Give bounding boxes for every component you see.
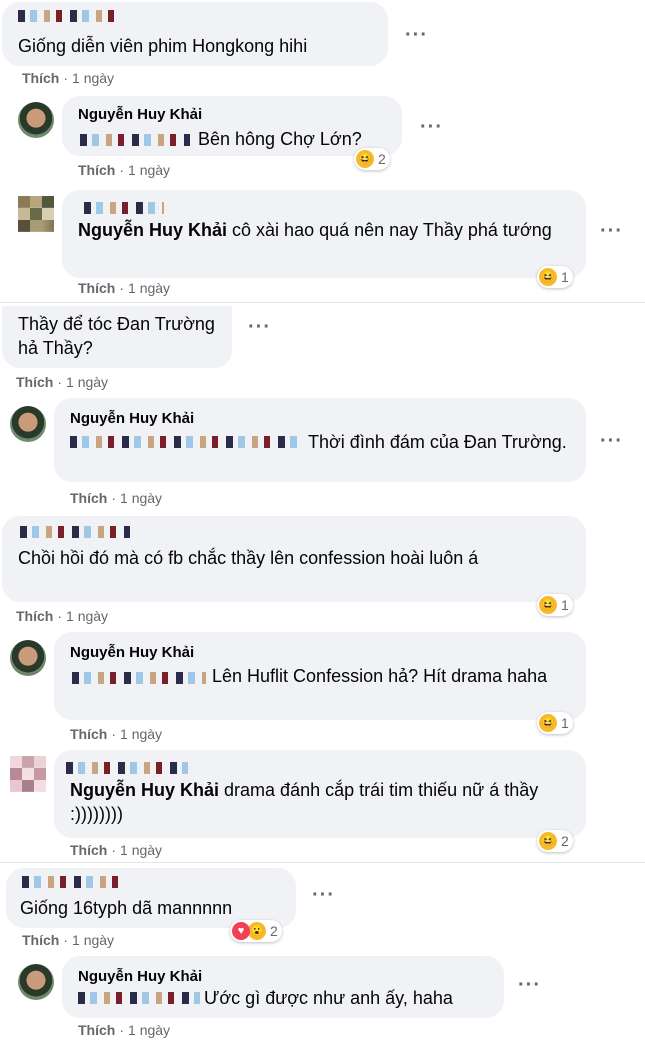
- timestamp[interactable]: 1 ngày: [128, 162, 170, 178]
- haha-reaction-icon: 😆: [539, 714, 557, 732]
- comment-text: Nguyễn Huy Khải cô xài hao quá nên nay T…: [78, 220, 552, 240]
- reaction-summary[interactable]: 😆 1: [537, 266, 573, 288]
- like-link[interactable]: Thích: [70, 842, 107, 858]
- comment-meta: Thích · 1 ngày: [70, 490, 163, 506]
- reaction-summary[interactable]: 😆 1: [537, 594, 573, 616]
- author-name[interactable]: Nguyễn Huy Khải: [70, 410, 194, 427]
- comment-meta: Thích · 1 ngày: [78, 1022, 171, 1038]
- timestamp[interactable]: 1 ngày: [128, 280, 170, 296]
- timestamp[interactable]: 1 ngày: [72, 70, 114, 86]
- avatar[interactable]: [18, 964, 54, 1000]
- comment-text: Thời đình đám của Đan Trường.: [308, 432, 567, 452]
- timestamp[interactable]: 1 ngày: [120, 726, 162, 742]
- comment-bubble-10: Nguyễn Huy Khải Ước gì được như anh ấy, …: [62, 956, 504, 1018]
- reaction-summary[interactable]: 😆 1: [537, 712, 573, 734]
- reaction-summary[interactable]: 😆 2: [537, 830, 573, 852]
- comment-bubble-9: Giống 16typh dã mannnnn: [6, 868, 296, 928]
- comment-meta: Thích · 1 ngày: [70, 842, 163, 858]
- reaction-summary[interactable]: ♥ 😮 2: [230, 920, 282, 942]
- timestamp[interactable]: 1 ngày: [120, 490, 162, 506]
- comment-meta: Thích · 1 ngày: [78, 162, 171, 178]
- like-link[interactable]: Thích: [22, 932, 59, 948]
- tagged-name[interactable]: Nguyễn Huy Khải: [78, 220, 227, 240]
- author-name[interactable]: Nguyễn Huy Khải: [70, 644, 194, 661]
- like-link[interactable]: Thích: [70, 490, 107, 506]
- more-options-icon[interactable]: ···: [600, 221, 623, 241]
- comment-bubble-5: Nguyễn Huy Khải Thời đình đám của Đan Tr…: [54, 398, 586, 482]
- comment-bubble-1: Giống diễn viên phim Hongkong hihi: [2, 2, 388, 66]
- love-reaction-icon: ♥: [232, 922, 250, 940]
- avatar[interactable]: [10, 756, 46, 792]
- comment-text: Ước gì được như anh ấy, haha: [204, 988, 453, 1008]
- timestamp[interactable]: 1 ngày: [120, 842, 162, 858]
- comment-bubble-3: Nguyễn Huy Khải cô xài hao quá nên nay T…: [62, 190, 586, 278]
- author-name[interactable]: Nguyễn Huy Khải: [78, 968, 202, 985]
- comment-bubble-8: Nguyễn Huy Khải drama đánh cắp trái tim …: [54, 750, 586, 838]
- avatar[interactable]: [18, 196, 54, 232]
- more-options-icon[interactable]: ···: [312, 885, 335, 905]
- comment-bubble-4: Thầy để tóc Đan Trường hả Thầy?: [2, 306, 232, 368]
- reaction-summary[interactable]: 😆 2: [354, 148, 390, 170]
- timestamp[interactable]: 1 ngày: [66, 608, 108, 624]
- comment-bubble-7: Nguyễn Huy Khải Lên Huflit Confession hả…: [54, 632, 586, 720]
- like-link[interactable]: Thích: [78, 162, 115, 178]
- comment-text: Giống diễn viên phim Hongkong hihi: [18, 36, 308, 56]
- comment-meta: Thích · 1 ngày: [16, 608, 109, 624]
- like-link[interactable]: Thích: [16, 608, 53, 624]
- comment-meta: Thích · 1 ngày: [78, 280, 171, 296]
- comment-text: Thầy để tóc Đan Trường hả Thầy?: [18, 314, 215, 358]
- like-link[interactable]: Thích: [78, 1022, 115, 1038]
- redacted-tag: [78, 992, 200, 1004]
- comment-text: Lên Huflit Confession hả? Hít drama haha: [212, 666, 548, 686]
- redacted-name: [18, 10, 118, 22]
- timestamp[interactable]: 1 ngày: [72, 932, 114, 948]
- more-options-icon[interactable]: ···: [405, 25, 428, 45]
- avatar[interactable]: [10, 640, 46, 676]
- redacted-name: [22, 876, 126, 888]
- wow-reaction-icon: 😮: [248, 922, 266, 940]
- like-link[interactable]: Thích: [22, 70, 59, 86]
- more-options-icon[interactable]: ···: [518, 975, 541, 995]
- comment-text: Bên hông Chợ Lớn?: [198, 129, 362, 149]
- redacted-name: [66, 762, 188, 774]
- haha-reaction-icon: 😆: [539, 268, 557, 286]
- tagged-name[interactable]: Nguyễn Huy Khải: [70, 780, 219, 800]
- comment-text: Giống 16typh dã mannnnn: [20, 898, 233, 918]
- timestamp[interactable]: 1 ngày: [66, 374, 108, 390]
- comment-text: Chồi hồi đó mà có fb chắc thầy lên confe…: [18, 548, 479, 568]
- comment-bubble-6: Chồi hồi đó mà có fb chắc thầy lên confe…: [2, 516, 586, 602]
- comment-meta: Thích · 1 ngày: [22, 932, 115, 948]
- avatar[interactable]: [10, 406, 46, 442]
- avatar[interactable]: [18, 102, 54, 138]
- author-name[interactable]: Nguyễn Huy Khải: [78, 106, 202, 123]
- like-link[interactable]: Thích: [78, 280, 115, 296]
- timestamp[interactable]: 1 ngày: [128, 1022, 170, 1038]
- redacted-tag: [80, 134, 190, 146]
- comment-meta: Thích · 1 ngày: [16, 374, 109, 390]
- redacted-name: [20, 526, 130, 538]
- comment-text: Nguyễn Huy Khải drama đánh cắp trái tim …: [70, 780, 539, 824]
- comment-meta: Thích · 1 ngày: [22, 70, 115, 86]
- comment-meta: Thích · 1 ngày: [70, 726, 163, 742]
- redacted-name: [84, 202, 164, 214]
- haha-reaction-icon: 😆: [539, 596, 557, 614]
- more-options-icon[interactable]: ···: [600, 431, 623, 451]
- haha-reaction-icon: 😆: [356, 150, 374, 168]
- more-options-icon[interactable]: ···: [420, 117, 443, 137]
- haha-reaction-icon: 😆: [539, 832, 557, 850]
- like-link[interactable]: Thích: [16, 374, 53, 390]
- more-options-icon[interactable]: ···: [248, 317, 271, 337]
- comment-bubble-2: Nguyễn Huy Khải Bên hông Chợ Lớn?: [62, 96, 402, 156]
- like-link[interactable]: Thích: [70, 726, 107, 742]
